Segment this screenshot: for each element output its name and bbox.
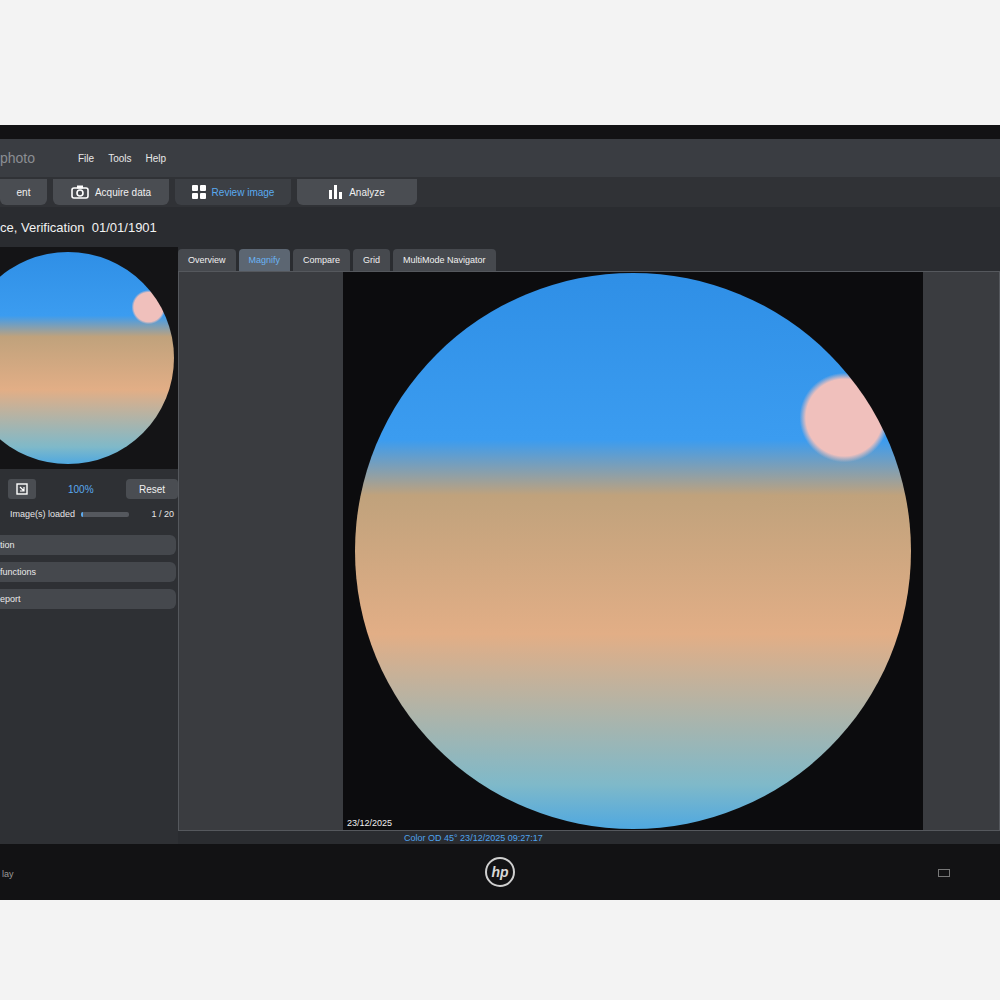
view-tab[interactable]: MultiMode Navigator — [393, 249, 496, 271]
load-fill — [81, 512, 83, 517]
monitor: photo File Tools Help entAcquire dataReview … — [0, 125, 1000, 900]
image-date: 23/12/2025 — [347, 818, 392, 828]
view-tab[interactable]: Compare — [293, 249, 350, 271]
chart-icon — [329, 185, 343, 199]
caption-bar: Color OD 45° 23/12/2025 09:27:17 — [178, 831, 1000, 844]
view-tab[interactable]: Magnify — [239, 249, 291, 271]
camera-icon — [71, 185, 89, 199]
viewer-margin — [179, 272, 343, 830]
load-count: 1 / 20 — [151, 509, 174, 519]
thumbnail-image — [0, 252, 174, 464]
page: photo File Tools Help entAcquire dataReview … — [0, 0, 1000, 1000]
panel-item[interactable]: functions — [0, 562, 176, 582]
viewer: 23/12/2025 — [178, 271, 1000, 831]
load-bar — [81, 512, 129, 517]
menu-bar: photo File Tools Help — [0, 139, 1000, 177]
load-label: Image(s) loaded — [10, 509, 75, 519]
panel-list: tion functions eport — [0, 535, 178, 609]
zoom-row: 100% Reset — [0, 475, 178, 503]
toolbar-button[interactable]: Acquire data — [53, 179, 169, 205]
panel-item[interactable]: tion — [0, 535, 176, 555]
app-title: photo — [0, 150, 70, 166]
viewer-margin — [923, 272, 999, 830]
screen: photo File Tools Help entAcquire dataReview … — [0, 139, 1000, 844]
wall-bottom — [0, 900, 1000, 1000]
fit-icon — [16, 483, 28, 495]
grid-icon — [192, 185, 206, 199]
image-caption: Color OD 45° 23/12/2025 09:27:17 — [404, 833, 543, 843]
reset-button[interactable]: Reset — [126, 479, 178, 499]
menu-item[interactable]: Help — [145, 153, 166, 164]
fit-button[interactable] — [8, 479, 36, 499]
toolbar: entAcquire dataReview imageAnalyze — [0, 177, 1000, 207]
thumbnail[interactable] — [0, 247, 178, 469]
load-row: Image(s) loaded 1 / 20 — [0, 503, 178, 523]
view-tabs: OverviewMagnifyCompareGridMultiMode Navi… — [178, 247, 1000, 271]
view-tab[interactable]: Overview — [178, 249, 236, 271]
bezel: lay hp — [0, 844, 1000, 899]
view-tab[interactable]: Grid — [353, 249, 390, 271]
zoom-value: 100% — [68, 484, 120, 495]
toolbar-button[interactable]: Analyze — [297, 179, 417, 205]
tray-icon — [938, 869, 950, 877]
fundus-image — [355, 273, 911, 829]
patient-title: ce, Verification 01/01/1901 — [0, 207, 1000, 247]
menu-item[interactable]: File — [78, 153, 94, 164]
view-panel: OverviewMagnifyCompareGridMultiMode Navi… — [178, 247, 1000, 844]
content: 100% Reset Image(s) loaded 1 / 20 tion functi… — [0, 247, 1000, 844]
wall-top — [0, 0, 1000, 125]
toolbar-button[interactable]: ent — [0, 179, 47, 205]
toolbar-button[interactable]: Review image — [175, 179, 291, 205]
brand-logo: hp — [485, 857, 515, 887]
panel-item[interactable]: eport — [0, 589, 176, 609]
taskbar-text: lay — [2, 869, 14, 879]
image-area[interactable]: 23/12/2025 — [343, 272, 923, 830]
menu-item[interactable]: Tools — [108, 153, 131, 164]
left-panel: 100% Reset Image(s) loaded 1 / 20 tion functi… — [0, 247, 178, 844]
